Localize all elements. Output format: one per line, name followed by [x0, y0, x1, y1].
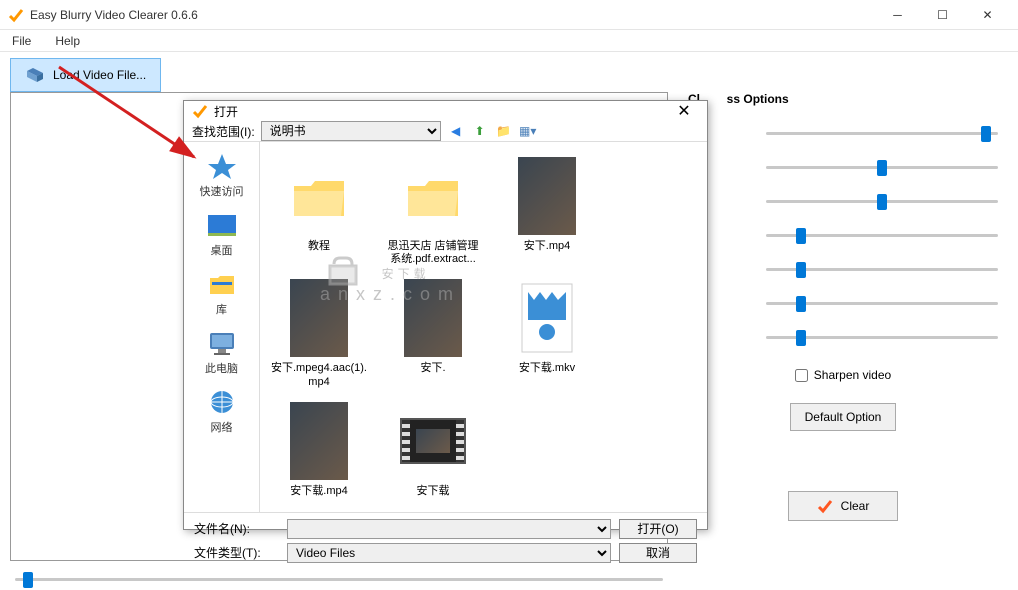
- video-thumbnail: [518, 157, 576, 235]
- slider-3[interactable]: [766, 200, 998, 203]
- app-title: Easy Blurry Video Clearer 0.6.6: [30, 8, 875, 22]
- minimize-button[interactable]: ─: [875, 1, 920, 29]
- menu-file[interactable]: File: [6, 32, 37, 50]
- sharpen-checkbox[interactable]: [795, 369, 808, 382]
- network-icon: [206, 388, 238, 416]
- options-panel: Cl ss Options s n Sharpen video Default …: [678, 92, 1008, 561]
- menu-help[interactable]: Help: [49, 32, 86, 50]
- default-option-button[interactable]: Default Option: [790, 403, 897, 431]
- view-mode-icon[interactable]: ▦▾: [519, 122, 537, 140]
- app-icon: [8, 7, 24, 23]
- timeline-slider[interactable]: [15, 578, 663, 581]
- video-thumbnail: [404, 279, 462, 357]
- file-item[interactable]: 安下.mpeg4.aac(1).mp4: [264, 274, 374, 392]
- file-item[interactable]: 安下载.mkv: [492, 274, 602, 392]
- places-bar: 快速访问 桌面 库 此电脑 网络: [184, 142, 259, 512]
- place-desktop[interactable]: 桌面: [206, 211, 238, 258]
- dialog-title: 打开: [214, 103, 669, 120]
- desktop-icon: [206, 211, 238, 239]
- file-item[interactable]: 安下.: [378, 274, 488, 392]
- dialog-close-button[interactable]: ✕: [669, 101, 699, 121]
- slider-4[interactable]: [766, 234, 998, 237]
- star-icon: [206, 152, 238, 180]
- check-icon: [817, 498, 833, 514]
- file-item[interactable]: 安下载: [378, 397, 488, 502]
- sharpen-checkbox-label[interactable]: Sharpen video: [795, 368, 891, 382]
- mkv-icon: [518, 282, 576, 354]
- video-thumbnail: [290, 402, 348, 480]
- place-libraries[interactable]: 库: [206, 270, 238, 317]
- new-folder-icon[interactable]: 📁: [495, 122, 513, 140]
- lookin-dropdown[interactable]: 说明书: [261, 121, 441, 141]
- file-item[interactable]: 教程: [264, 152, 374, 270]
- video-thumbnail: [290, 279, 348, 357]
- filename-label: 文件名(N):: [194, 520, 279, 537]
- maximize-button[interactable]: ☐: [920, 1, 965, 29]
- place-this-pc[interactable]: 此电脑: [205, 329, 238, 376]
- filename-input[interactable]: [287, 519, 611, 539]
- slider-7[interactable]: [766, 336, 998, 339]
- file-item[interactable]: 安下.mp4: [492, 152, 602, 270]
- load-video-button[interactable]: Load Video File...: [10, 58, 161, 92]
- load-video-label: Load Video File...: [53, 68, 146, 82]
- titlebar: Easy Blurry Video Clearer 0.6.6 ─ ☐ ✕: [0, 0, 1018, 30]
- open-button[interactable]: 打开(O): [619, 519, 697, 539]
- close-button[interactable]: ✕: [965, 1, 1010, 29]
- up-icon[interactable]: ⬆: [471, 122, 489, 140]
- slider-2[interactable]: [766, 166, 998, 169]
- file-open-dialog: 打开 ✕ 查找范围(I): 说明书 ◀ ⬆ 📁 ▦▾ 快速访问 桌面 库: [183, 100, 708, 530]
- menubar: File Help: [0, 30, 1018, 52]
- folder-icon: [289, 171, 349, 221]
- filetype-dropdown[interactable]: Video Files: [287, 543, 611, 563]
- clear-button[interactable]: Clear: [788, 491, 898, 521]
- pc-icon: [206, 329, 238, 357]
- dialog-titlebar: 打开 ✕: [184, 101, 707, 121]
- cancel-button[interactable]: 取消: [619, 543, 697, 563]
- folder-icon: [403, 171, 463, 221]
- filetype-label: 文件类型(T):: [194, 544, 279, 561]
- back-icon[interactable]: ◀: [447, 122, 465, 140]
- lookin-label: 查找范围(I):: [192, 123, 255, 140]
- slider-1[interactable]: [766, 132, 998, 135]
- folder-video-icon: [25, 65, 45, 85]
- options-heading: Cl ss Options: [688, 92, 998, 106]
- slider-6[interactable]: [766, 302, 998, 305]
- dialog-icon: [192, 103, 208, 119]
- file-list[interactable]: 教程 思迅天店 店铺管理系统.pdf.extract... 安下.mp4 安下.…: [259, 142, 707, 512]
- file-item[interactable]: 思迅天店 店铺管理系统.pdf.extract...: [378, 152, 488, 270]
- place-quick-access[interactable]: 快速访问: [200, 152, 244, 199]
- place-network[interactable]: 网络: [206, 388, 238, 435]
- film-thumbnail: [400, 418, 466, 464]
- file-item[interactable]: 安下载.mp4: [264, 397, 374, 502]
- library-icon: [206, 270, 238, 298]
- slider-5[interactable]: [766, 268, 998, 271]
